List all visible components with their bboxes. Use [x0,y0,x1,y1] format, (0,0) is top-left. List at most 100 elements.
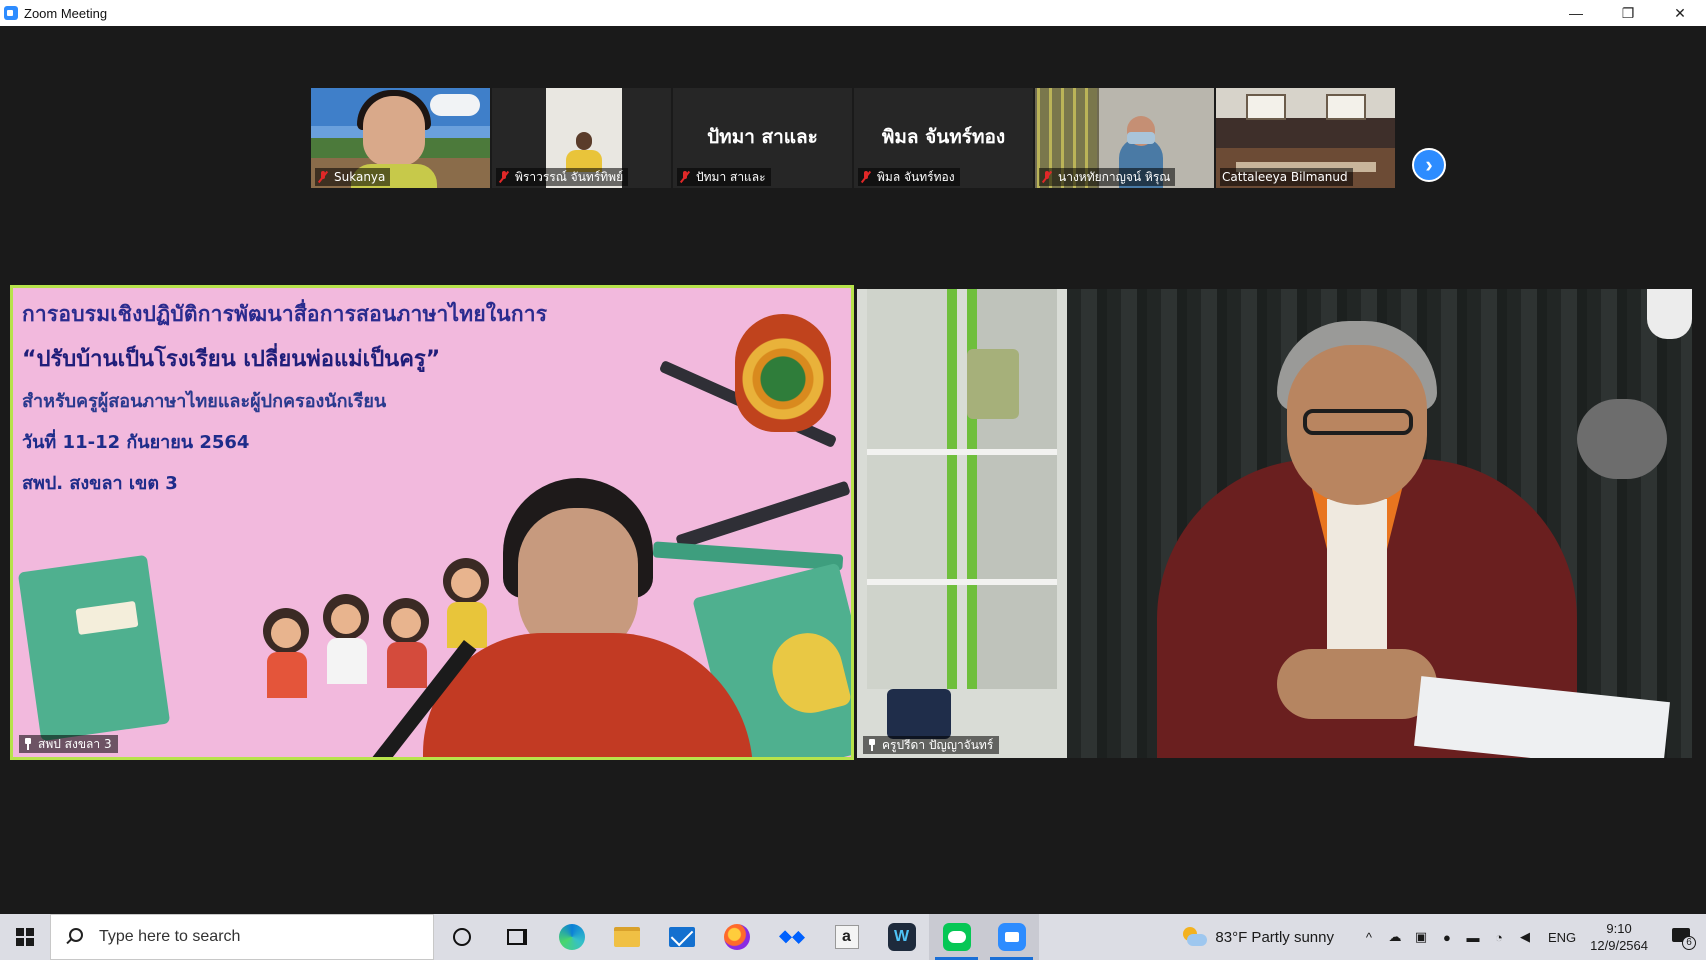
mic-muted-icon [860,170,872,184]
taskbar-app-amazon[interactable]: a [819,914,874,960]
restore-button[interactable]: ❐ [1602,0,1654,26]
taskbar-app-line[interactable] [929,914,984,960]
participant-name-label: Cattaleeya Bilmanud [1220,168,1353,186]
taskbar-app-zoom[interactable] [984,914,1039,960]
cabinet-door [867,289,957,689]
jar-shape [967,349,1019,419]
windows-logo-icon [16,928,34,946]
participant-tile[interactable]: Sukanya [311,88,490,188]
child-body [327,638,367,684]
input-language[interactable]: ENG [1548,930,1576,945]
slide-organization: สพป. สงขลา เขต 3 [22,473,178,494]
child-figure [383,598,429,688]
mic-muted-icon [498,170,510,184]
slide-audience: สำหรับครูผู้สอนภาษาไทยและผู้ปกครองนักเรี… [22,391,387,412]
line-icon [942,923,971,951]
video-tile-active-speaker[interactable]: การอบรมเชิงปฏิบัติการพัฒนาสื่อการสอนภาษา… [10,285,854,760]
title-bar: Zoom Meeting — ❐ ✕ [0,0,1706,26]
child-figure [323,594,369,684]
window-shape [1246,94,1286,120]
school-seal-logo [735,314,831,432]
participant-name: ครูปรีดา ปัญญาจันทร์ [882,737,994,752]
participant-hands [1277,649,1437,719]
zoom-app-icon [4,6,18,20]
taskbar-app-mail[interactable] [654,914,709,960]
slide-date: วันที่ 11-12 กันยายน 2564 [22,432,250,453]
taskbar-app-file-explorer[interactable] [599,914,654,960]
minimize-button[interactable]: — [1550,0,1602,26]
notebook-tag [75,600,139,635]
meeting-area: Sukanya พิราวรรณ์ จันทร์ทิพย์ ปัทมา สาแล… [0,26,1706,914]
zoom-icon [997,923,1026,951]
participant-name-label: Sukanya [315,168,391,186]
cabinet-shelf [867,449,1057,455]
participant-tile[interactable]: ปัทมา สาและ ปัทมา สาและ [673,88,852,188]
participant-name-label: สพป สงขลา 3 [19,735,118,753]
system-clock[interactable]: 9:10 12/9/2564 [1590,920,1648,954]
mic-muted-icon [1041,170,1053,184]
participant-name: สพป สงขลา 3 [38,736,112,751]
task-view-button[interactable] [489,914,544,960]
participant-face [363,96,425,166]
participant-tile[interactable]: Cattaleeya Bilmanud [1216,88,1395,188]
start-button[interactable] [0,914,50,960]
search-input[interactable] [99,928,399,946]
participant-tile[interactable]: พิราวรรณ์ จันทร์ทิพย์ [492,88,671,188]
taskbar-search[interactable] [50,914,434,960]
pin-icon [23,738,33,750]
mic-muted-icon [317,170,329,184]
participant-name-label: ปัทมา สาและ [677,168,771,186]
task-view-icon [506,929,527,945]
participant-name: Sukanya [334,170,386,184]
firefox-icon [723,924,750,950]
close-button[interactable]: ✕ [1654,0,1706,26]
taskbar-app-firefox[interactable] [709,914,764,960]
wifi-icon[interactable]: ◔ [1486,914,1512,960]
battery-icon[interactable]: ▬ [1460,914,1486,960]
participant-name-label: พิมล จันทร์ทอง [858,168,960,186]
pin-icon [867,739,877,751]
partly-sunny-icon [1181,927,1208,947]
edge-icon [558,924,585,950]
participant-thumbnail-strip: Sukanya พิราวรรณ์ จันทร์ทิพย์ ปัทมา สาแล… [311,88,1395,188]
cortana-button[interactable] [434,914,489,960]
taskbar-app-edge[interactable] [544,914,599,960]
participant-display-name: พิมล จันทร์ทอง [881,126,1006,148]
dropbox-icon [778,923,805,951]
child-face [451,568,481,598]
taskbar-app-wacom[interactable]: W [874,914,929,960]
glasses-shape [1303,409,1413,435]
child-face [271,618,301,648]
video-tile[interactable]: ครูปรีดา ปัญญาจันทร์ [857,289,1692,758]
system-tray: 83°F Partly sunny ^ ☁ ▣ ● ▬ ◔ ◀ ENG 9:10… [1181,914,1706,960]
action-center-button[interactable]: 6 [1670,924,1696,950]
weather-widget[interactable]: 83°F Partly sunny [1215,929,1334,946]
taskbar-app-dropbox[interactable] [764,914,819,960]
participant-tile[interactable]: พิมล จันทร์ทอง พิมล จันทร์ทอง [854,88,1033,188]
participant-tile[interactable]: นางหทัยกาญจน์ หิรุณ [1035,88,1214,188]
child-body [387,642,427,688]
microphone-icon[interactable]: ● [1434,914,1460,960]
participant-name-label: ครูปรีดา ปัญญาจันทร์ [863,736,1000,754]
child-body [267,652,307,698]
participant-name: พิมล จันทร์ทอง [877,169,955,184]
meet-now-icon[interactable]: ▣ [1408,914,1434,960]
volume-icon[interactable]: ◀ [1512,914,1538,960]
next-page-button[interactable]: › [1412,148,1446,182]
mug-shape [887,689,951,739]
show-hidden-icons-button[interactable]: ^ [1356,914,1382,960]
child-figure [263,608,309,698]
slide-subtitle: “ปรับบ้านเป็นโรงเรียน เปลี่ยนพ่อแม่เป็นค… [22,347,441,372]
chevron-up-icon: ^ [1365,929,1373,945]
participant-display-name: ปัทมา สาและ [707,126,818,148]
window-shape [1326,94,1366,120]
child-body [447,602,487,648]
clock-date: 12/9/2564 [1590,938,1648,953]
face-mask [1127,132,1155,144]
onedrive-icon[interactable]: ☁ [1382,914,1408,960]
child-face [331,604,361,634]
cloud-shape [430,94,480,116]
cabinet-shelf [867,579,1057,585]
participant-name: ปัทมา สาและ [696,169,766,184]
cabinet-background [857,289,1067,758]
